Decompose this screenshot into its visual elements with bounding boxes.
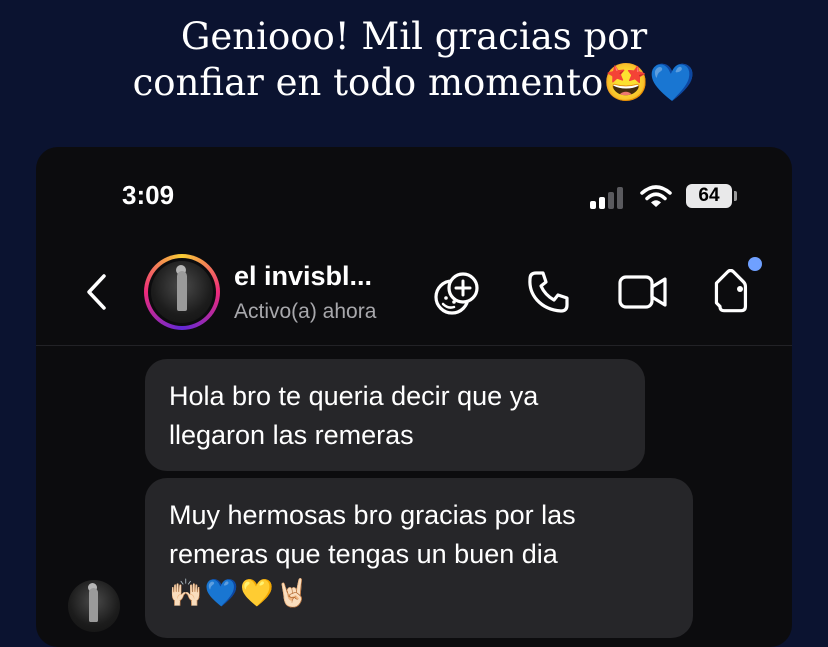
- wifi-icon: [640, 185, 672, 207]
- message-text-line: remeras que tengas un buen dia: [169, 539, 558, 569]
- avatar-photo: [151, 261, 213, 323]
- video-call-icon[interactable]: [616, 269, 670, 315]
- contact-active-status: Activo(a) ahora: [234, 300, 377, 323]
- effects-sticker-icon[interactable]: [432, 269, 482, 319]
- caption-line-2: confiar en todo momento🤩💙: [132, 61, 696, 104]
- back-chevron-icon[interactable]: [84, 272, 110, 312]
- cellular-signal-icon: [590, 187, 626, 209]
- message-text-line: llegaron las remeras: [169, 420, 414, 450]
- message-text-line: Muy hermosas bro gracias por las: [169, 500, 576, 530]
- battery-tip: [734, 191, 737, 201]
- contact-avatar[interactable]: [144, 254, 220, 330]
- phone-call-icon[interactable]: [526, 269, 572, 315]
- notification-dot: [748, 257, 762, 271]
- chat-screenshot: 3:09 64 el invisbl... Activo(a) ahora Ho…: [36, 147, 792, 647]
- message-bubble[interactable]: Muy hermosas bro gracias por las remeras…: [145, 478, 693, 638]
- message-emojis: 🙌🏻💙💛🤘🏻: [169, 578, 312, 608]
- battery-indicator: 64: [686, 184, 732, 208]
- caption-line-1: Geniooo! Mil gracias por: [180, 15, 648, 58]
- sender-avatar[interactable]: [68, 580, 120, 632]
- status-time: 3:09: [122, 180, 175, 210]
- message-text-line: Hola bro te queria decir que ya: [169, 381, 539, 411]
- header-divider: [36, 345, 792, 346]
- story-caption: Geniooo! Mil gracias por confiar en todo…: [0, 14, 828, 106]
- tag-icon[interactable]: [710, 269, 762, 317]
- contact-name[interactable]: el invisbl...: [234, 261, 372, 292]
- message-bubble[interactable]: Hola bro te queria decir que ya llegaron…: [145, 359, 645, 471]
